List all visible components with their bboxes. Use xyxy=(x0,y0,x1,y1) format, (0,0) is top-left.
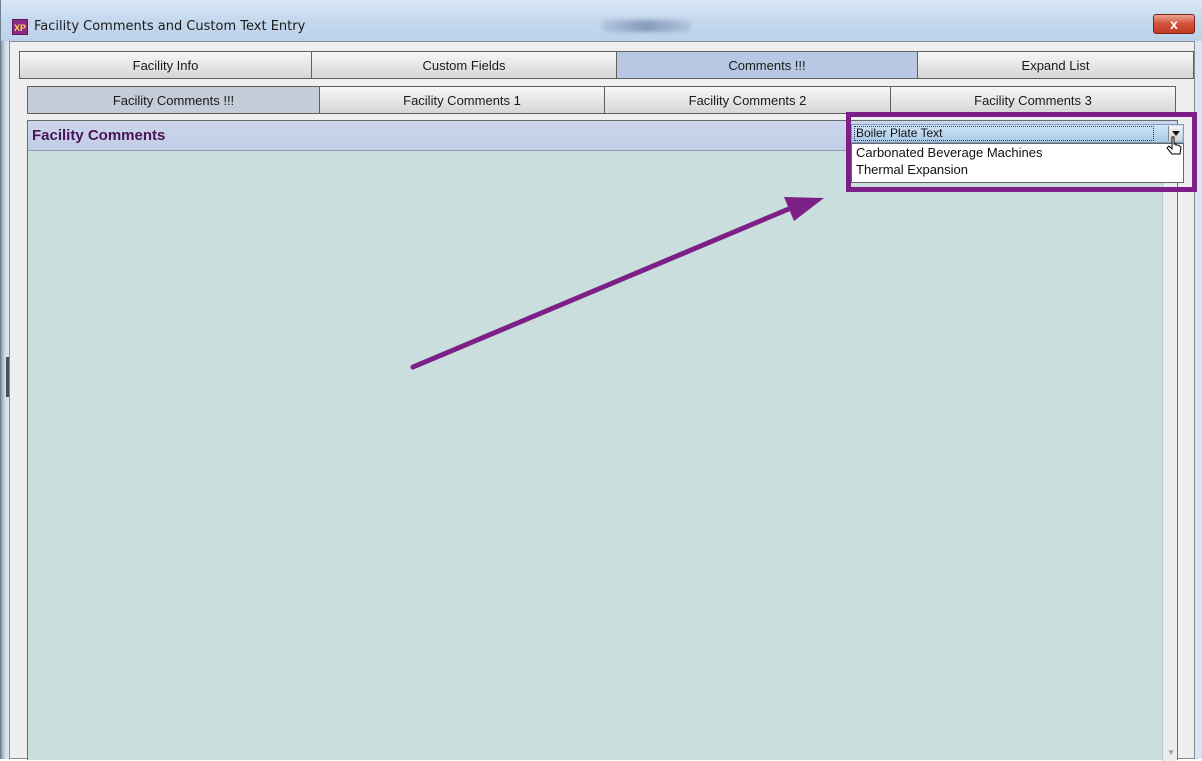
tab-facility-comments-2[interactable]: Facility Comments 2 xyxy=(604,86,891,114)
blurred-title-text xyxy=(601,20,691,32)
close-button[interactable]: x xyxy=(1153,14,1195,34)
comments-panel: Facility Comments ▼ xyxy=(27,120,1178,761)
tab-comments[interactable]: Comments !!! xyxy=(616,51,918,79)
window-title: Facility Comments and Custom Text Entry xyxy=(34,19,306,34)
annotation-highlight-box xyxy=(846,112,1197,192)
tab-expand-list[interactable]: Expand List xyxy=(917,51,1194,79)
tab-custom-fields[interactable]: Custom Fields xyxy=(311,51,617,79)
panel-title: Facility Comments xyxy=(32,127,166,144)
tab-facility-comments-3[interactable]: Facility Comments 3 xyxy=(890,86,1176,114)
app-icon: XP xyxy=(12,19,28,35)
tab-facility-info[interactable]: Facility Info xyxy=(19,51,312,79)
mouse-pointer-icon xyxy=(1166,136,1182,155)
title-bar: XP Facility Comments and Custom Text Ent… xyxy=(1,0,1202,41)
sub-tab-bar: Facility Comments !!! Facility Comments … xyxy=(27,86,1176,114)
scroll-down-icon[interactable]: ▼ xyxy=(1167,748,1175,757)
window-left-frame xyxy=(1,41,9,759)
vertical-scrollbar[interactable]: ▼ xyxy=(1162,151,1177,761)
facility-comments-window: XP Facility Comments and Custom Text Ent… xyxy=(0,0,1202,761)
main-tab-bar: Facility Info Custom Fields Comments !!!… xyxy=(19,51,1194,79)
tab-facility-comments-main[interactable]: Facility Comments !!! xyxy=(27,86,320,114)
tab-facility-comments-1[interactable]: Facility Comments 1 xyxy=(319,86,605,114)
